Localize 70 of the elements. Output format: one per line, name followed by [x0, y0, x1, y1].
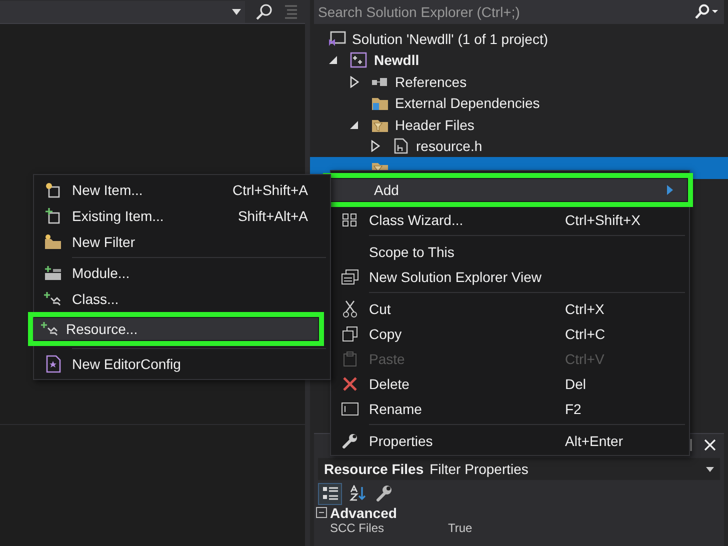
tree-item[interactable]: References — [310, 71, 728, 92]
add-existing-icon — [45, 208, 61, 224]
search-icon[interactable] — [255, 2, 273, 20]
shortcut-text: Del — [565, 376, 588, 392]
context-menu-item[interactable]: Rename F2 — [331, 396, 689, 421]
grid-icon — [342, 212, 358, 228]
module-icon — [44, 265, 62, 281]
tree-item[interactable]: Solution 'Newdll' (1 of 1 project) — [310, 28, 728, 50]
categorized-button[interactable] — [318, 482, 342, 504]
property-value: True — [448, 521, 472, 535]
project-icon — [350, 52, 368, 68]
folder-icon — [371, 95, 389, 112]
context-menu-item[interactable]: Copy Ctrl+C — [331, 321, 689, 346]
tree-item[interactable]: Newdll — [310, 50, 728, 71]
shortcut-text: Ctrl+X — [565, 300, 606, 316]
resource-icon — [41, 321, 59, 337]
wrench-icon — [342, 432, 358, 448]
submenu-item[interactable]: New Filter — [34, 229, 330, 255]
new-item-icon — [45, 182, 61, 198]
shortcut-text: Shift+Alt+A — [238, 208, 308, 224]
context-menu-item[interactable]: Class Wizard... Ctrl+Shift+X — [331, 207, 689, 232]
submenu-item[interactable]: New EditorConfig — [34, 351, 330, 377]
context-menu-item[interactable]: Cut Ctrl+X — [331, 296, 689, 321]
context-menu-item[interactable]: New Solution Explorer View — [331, 264, 689, 289]
object-type: Filter Properties — [430, 461, 528, 477]
object-selector[interactable]: Resource Files Filter Properties — [318, 458, 720, 480]
sort-alphabetical-icon — [348, 485, 366, 502]
property-name: SCC Files — [330, 521, 386, 535]
submenu-item[interactable]: New Item... Ctrl+Shift+A — [34, 177, 330, 203]
context-menu-item[interactable]: Scope to This — [331, 239, 689, 264]
search-icon[interactable] — [694, 4, 718, 20]
search-field[interactable]: Search Solution Explorer (Ctrl+;) — [314, 0, 724, 24]
context-menu-item[interactable]: Properties Alt+Enter — [331, 428, 689, 453]
file-icon — [392, 138, 410, 154]
copy-icon — [342, 326, 358, 342]
shortcut-text: Alt+Enter — [565, 432, 624, 448]
scissors-icon — [342, 300, 358, 318]
object-name: Resource Files — [324, 461, 424, 477]
shortcut-text: Ctrl+C — [565, 326, 606, 342]
caret-icon — [706, 466, 714, 472]
list-icon[interactable] — [283, 2, 299, 20]
context-menu-item[interactable]: Delete Del — [331, 371, 689, 396]
window-icon — [341, 268, 359, 284]
close-icon[interactable] — [704, 439, 716, 451]
shortcut-text: Ctrl+V — [565, 350, 606, 366]
delete-icon — [343, 376, 357, 390]
shortcut-text: Ctrl+Shift+X — [565, 212, 642, 228]
pin-icon[interactable] — [688, 439, 694, 451]
search-placeholder: Search Solution Explorer (Ctrl+;) — [318, 4, 520, 20]
config-file-icon — [45, 355, 61, 373]
caret-icon — [232, 8, 241, 14]
submenu-item[interactable]: Existing Item... Shift+Alt+A — [34, 203, 330, 229]
class-icon — [44, 291, 62, 307]
shortcut-text: Ctrl+Shift+A — [232, 182, 308, 198]
submenu-item[interactable]: Class... — [34, 286, 330, 312]
rename-icon — [341, 402, 359, 416]
tree-item[interactable]: resource.h — [310, 136, 728, 157]
clipboard-icon — [342, 350, 358, 366]
submenu-arrow-icon — [667, 185, 673, 195]
wrench-icon — [376, 485, 392, 502]
shortcut-text: F2 — [565, 400, 582, 416]
tree-item[interactable]: Header Files — [310, 114, 728, 136]
category-label: Advanced — [330, 505, 397, 521]
context-menu-item[interactable]: Add — [329, 179, 687, 201]
categorized-icon — [322, 485, 338, 502]
submenu-item[interactable]: Module... — [34, 260, 330, 286]
solution-icon — [328, 30, 346, 47]
tree-item[interactable]: External Dependencies — [310, 92, 728, 114]
submenu-item[interactable]: Resource... — [34, 318, 318, 340]
new-folder-icon — [44, 234, 62, 250]
